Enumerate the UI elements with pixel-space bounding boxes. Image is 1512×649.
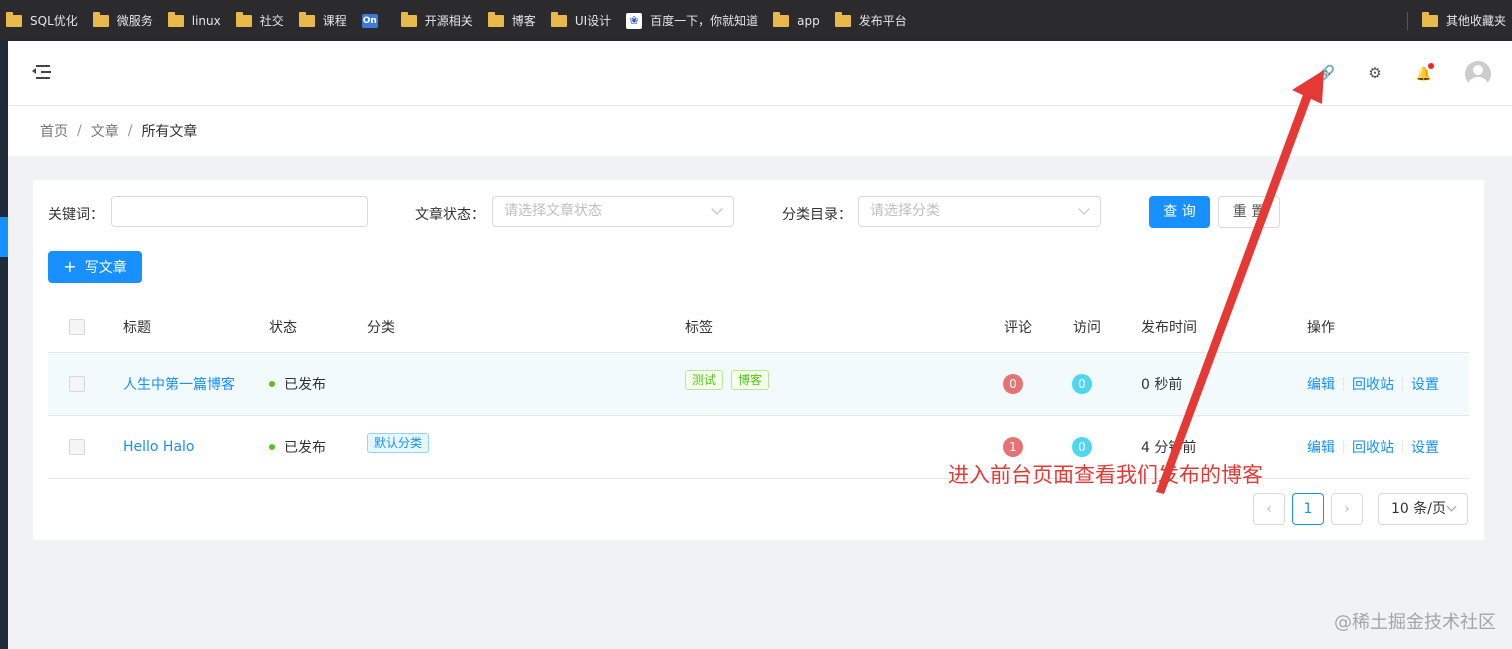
col-title[interactable]: 标题 (123, 301, 151, 352)
folder-icon (298, 11, 315, 27)
folder-icon (834, 11, 851, 27)
comment-count-badge[interactable]: 1 (1003, 437, 1023, 457)
chevron-down-icon (711, 203, 723, 215)
bookmark-baidu[interactable]: ❀ 百度一下，你就知道 (626, 12, 758, 29)
bookmarks-bar: SQL优化 微服务 linux 社交 课程 On 开源相关 博客 UI设计 ❀ 百… (0, 0, 1512, 41)
breadcrumb-posts[interactable]: 文章 (91, 121, 119, 141)
page-size-select[interactable]: 10 条/页 (1378, 493, 1468, 525)
trash-link[interactable]: 回收站 (1352, 437, 1394, 457)
folder-icon (6, 11, 22, 27)
sidebar-active-indicator (0, 217, 8, 257)
select-all-checkbox[interactable] (69, 318, 85, 335)
posts-table: 标题 状态 分类 标签 评论 访问 发布时间 操作 人生中第一篇博客 已发布 测… (48, 301, 1469, 479)
menu-fold-icon[interactable] (32, 63, 52, 81)
link-icon[interactable]: 🔗 (1316, 63, 1336, 83)
breadcrumb-home[interactable]: 首页 (40, 121, 68, 141)
col-comments[interactable]: 评论 (1004, 301, 1032, 352)
query-button[interactable]: 查 询 (1149, 196, 1210, 228)
status-badge: 已发布 (269, 416, 326, 478)
bookmark-ui-design[interactable]: UI设计 (550, 11, 611, 29)
pagination-prev[interactable]: ‹ (1253, 493, 1285, 525)
folder-icon (550, 11, 567, 27)
chevron-down-icon (1078, 203, 1090, 215)
edit-link[interactable]: 编辑 (1307, 437, 1335, 457)
col-actions: 操作 (1307, 319, 1335, 336)
row-checkbox[interactable] (69, 439, 85, 455)
trash-link[interactable]: 回收站 (1352, 374, 1394, 394)
table-row: 人生中第一篇博客 已发布 测试 博客 0 0 0 秒前 编辑 回收站 设置 (48, 353, 1469, 416)
on-app-icon: On (361, 13, 378, 28)
folder-icon (235, 11, 252, 27)
category-select[interactable]: 请选择分类 (858, 196, 1101, 227)
keyword-label: 关键词： (48, 207, 104, 223)
breadcrumb-separator: / (77, 123, 82, 139)
folder-icon (487, 11, 504, 27)
breadcrumb-current: 所有文章 (141, 124, 198, 140)
write-post-button[interactable]: + 写文章 (48, 251, 142, 283)
app-header: 🔗 ⚙ 🔔 (8, 41, 1512, 105)
watermark: @稀土掘金技术社区 (1334, 612, 1496, 633)
notification-dot (1428, 63, 1434, 69)
annotation-text: 进入前台页面查看我们发布的博客 (948, 463, 1263, 487)
keyword-input[interactable] (111, 196, 368, 227)
status-label: 文章状态： (415, 207, 485, 223)
status-badge: 已发布 (269, 353, 326, 415)
bookmark-linux[interactable]: linux (167, 11, 221, 28)
settings-link[interactable]: 设置 (1411, 437, 1439, 457)
bookmark-sql[interactable]: SQL优化 (6, 11, 78, 29)
posts-card: 关键词： 文章状态： 请选择文章状态 分类目录： 请选择分类 查 询 重 置 +… (33, 180, 1484, 540)
post-title-link[interactable]: 人生中第一篇博客 (123, 374, 235, 394)
col-publish-time[interactable]: 发布时间 (1141, 301, 1197, 352)
folder-icon (1421, 11, 1438, 27)
breadcrumb-separator: / (127, 123, 133, 139)
reset-button[interactable]: 重 置 (1218, 196, 1280, 228)
folder-icon (400, 11, 417, 27)
pagination-page[interactable]: 1 (1292, 493, 1324, 525)
bookmark-blog[interactable]: 博客 (487, 11, 536, 29)
bell-icon[interactable]: 🔔 (1414, 63, 1434, 83)
bookmark-app[interactable]: app (773, 11, 820, 28)
bookmarks-divider (1407, 12, 1408, 30)
publish-time: 0 秒前 (1141, 377, 1183, 393)
gear-icon[interactable]: ⚙ (1365, 63, 1385, 83)
pagination-next[interactable]: › (1331, 493, 1363, 525)
bookmark-opensource[interactable]: 开源相关 (400, 11, 473, 29)
row-checkbox[interactable] (69, 376, 85, 392)
tag-blog[interactable]: 博客 (731, 370, 770, 390)
category-label: 分类目录： (782, 207, 852, 223)
plus-icon: + (63, 257, 77, 276)
col-status: 状态 (269, 319, 297, 336)
table-header: 标题 状态 分类 标签 评论 访问 发布时间 操作 (48, 301, 1469, 353)
visit-count-badge[interactable]: 0 (1072, 374, 1092, 394)
col-category: 分类 (367, 319, 395, 336)
col-tags: 标签 (685, 319, 713, 336)
status-select[interactable]: 请选择文章状态 (492, 196, 734, 227)
settings-link[interactable]: 设置 (1411, 374, 1439, 394)
bookmark-social[interactable]: 社交 (235, 11, 284, 29)
bookmark-on[interactable]: On (361, 13, 386, 28)
chevron-down-icon (1446, 501, 1457, 512)
status-dot (269, 381, 275, 387)
folder-icon (773, 11, 790, 27)
status-dot (269, 444, 275, 450)
breadcrumb: 首页 / 文章 / 所有文章 (8, 106, 1512, 156)
post-title-link[interactable]: Hello Halo (123, 439, 195, 455)
folder-icon (92, 11, 109, 27)
bookmark-microservice[interactable]: 微服务 (92, 11, 153, 29)
bookmark-course[interactable]: 课程 (298, 11, 347, 29)
avatar[interactable] (1465, 61, 1491, 87)
baidu-icon: ❀ (626, 12, 643, 29)
edit-link[interactable]: 编辑 (1307, 374, 1335, 394)
bookmark-publish[interactable]: 发布平台 (834, 11, 907, 29)
sidebar-collapsed (0, 41, 8, 649)
bookmark-other[interactable]: 其他收藏夹 (1421, 0, 1506, 41)
visit-count-badge[interactable]: 0 (1072, 437, 1092, 457)
col-visits[interactable]: 访问 (1073, 301, 1101, 352)
comment-count-badge[interactable]: 0 (1003, 374, 1023, 394)
category-tag[interactable]: 默认分类 (367, 433, 430, 453)
tag-test[interactable]: 测试 (685, 370, 724, 390)
folder-icon (167, 11, 184, 27)
